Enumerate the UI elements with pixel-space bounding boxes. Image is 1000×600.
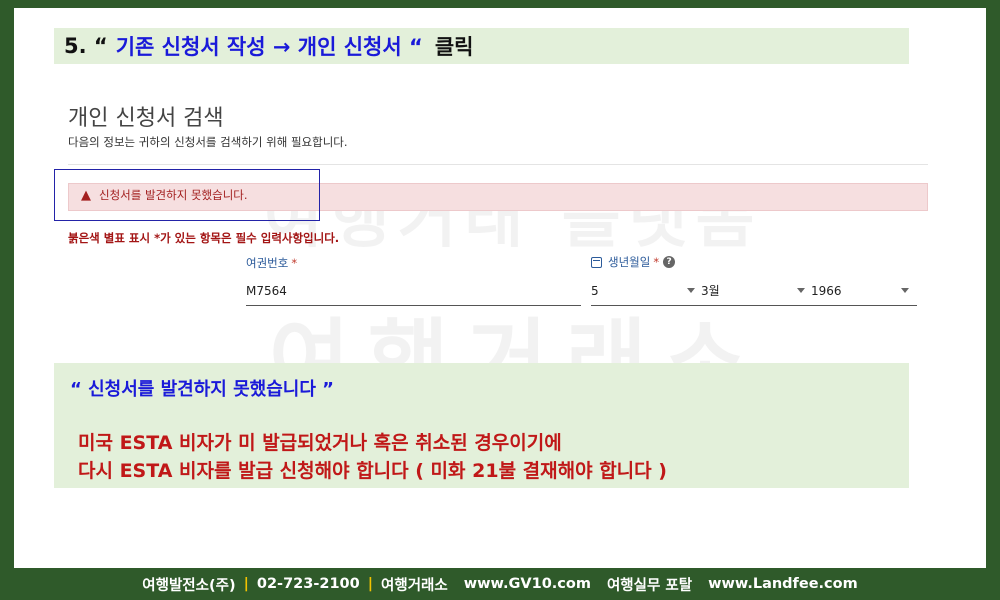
page-title: 개인 신청서 검색 — [68, 106, 224, 131]
dob-month-value: 3월 — [701, 284, 720, 298]
passport-number-value: M7564 — [246, 283, 287, 298]
info-box-line1: 미국 ESTA 비자가 미 발급되었거나 혹은 취소된 경우이기에 — [78, 432, 562, 454]
dob-label-text: 생년월일 — [608, 255, 651, 269]
footer-separator: | — [243, 576, 249, 592]
divider — [68, 164, 928, 165]
info-box-title: “ 신청서를 발견하지 못했습니다 ” — [70, 379, 335, 400]
error-alert-highlight: ▲ 신청서를 발견하지 못했습니다. — [54, 169, 320, 221]
chevron-down-icon — [901, 288, 909, 293]
dob-year-value: 1966 — [811, 283, 842, 298]
footer-site-name: 여행거래소 — [381, 577, 448, 594]
page-description: 다음의 정보는 귀하의 신청서를 검색하기 위해 필요합니다. — [68, 135, 348, 149]
footer-separator: | — [367, 576, 374, 592]
step-number: 5. “ — [64, 34, 108, 58]
dob-month-select[interactable]: 3월 — [701, 276, 813, 306]
chevron-down-icon — [687, 288, 695, 293]
dob-year-select[interactable]: 1966 — [811, 276, 917, 306]
info-box-line2: 다시 ESTA 비자를 발급 신청해야 합니다 ( 미화 21불 결재해야 합니… — [78, 460, 667, 482]
chevron-down-icon — [797, 288, 805, 293]
content-frame: 여행거래 플랫폼 여행거래소 GV10.com 5. “ 기존 신청서 작성 →… — [14, 8, 986, 568]
dob-day-select[interactable]: 5 — [591, 276, 703, 306]
footer-portal-url[interactable]: www.Landfee.com — [708, 576, 858, 592]
footer: 여행발전소(주) | 02-723-2100 | 여행거래소 www.GV10.… — [0, 568, 1000, 600]
warning-triangle-icon: ▲ — [81, 187, 91, 203]
step-click-label: 클릭 — [434, 35, 474, 59]
footer-site-url[interactable]: www.GV10.com — [464, 576, 591, 592]
passport-label-text: 여권번호 — [246, 256, 289, 270]
passport-number-label: 여권번호 * — [246, 255, 297, 271]
step-instruction: 기존 신청서 작성 → 개인 신청서 “ — [115, 35, 423, 59]
date-of-birth-label: 생년월일 * ? — [591, 254, 676, 270]
calendar-icon — [591, 256, 602, 268]
step-banner: 5. “ 기존 신청서 작성 → 개인 신청서 “ 클릭 — [54, 28, 909, 64]
footer-company: 여행발전소(주) — [142, 577, 236, 594]
watermark-line1: 여행거래 플랫폼 — [264, 183, 763, 257]
footer-portal-name: 여행실무 포탈 — [606, 577, 693, 594]
required-fields-note: 붉은색 별표 표시 *가 있는 항목은 필수 입력사항입니다. — [68, 231, 340, 245]
help-icon[interactable]: ? — [663, 256, 676, 268]
error-alert-message: 신청서를 발견하지 못했습니다. — [99, 188, 248, 202]
footer-phone: 02-723-2100 — [256, 576, 360, 592]
required-asterisk: * — [653, 255, 660, 269]
dob-day-value: 5 — [591, 283, 599, 298]
required-asterisk: * — [291, 256, 298, 270]
passport-number-input[interactable]: M7564 — [246, 276, 581, 306]
info-box: “ 신청서를 발견하지 못했습니다 ” 미국 ESTA 비자가 미 발급되었거나… — [54, 363, 909, 488]
